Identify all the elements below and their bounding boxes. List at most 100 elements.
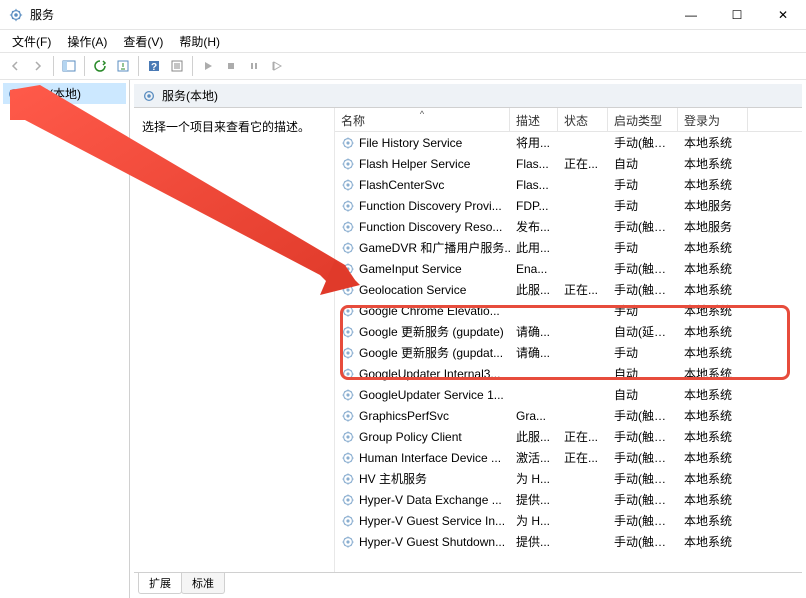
cell-startup: 自动 [608,153,678,174]
cell-startup: 手动(触发... [608,132,678,153]
help-button[interactable]: ? [143,55,165,77]
gear-icon [341,136,355,150]
cell-startup: 自动(延迟... [608,321,678,342]
svg-text:?: ? [151,62,157,73]
window-title: 服务 [30,6,668,23]
cell-logon: 本地系统 [678,531,748,552]
cell-startup: 手动(触发... [608,426,678,447]
cell-desc: 请确... [510,342,558,363]
gear-icon [7,87,21,101]
service-row[interactable]: FlashCenterSvcFlas...手动本地系统 [335,174,802,195]
cell-name: Flash Helper Service [335,155,510,173]
stop-button[interactable] [220,55,242,77]
menu-file[interactable]: 文件(F) [4,30,59,53]
tree-root-services[interactable]: 服务(本地) [3,83,126,104]
service-row[interactable]: Group Policy Client此服...正在...手动(触发...本地系… [335,426,802,447]
cell-name: Human Interface Device ... [335,449,510,467]
cell-desc [510,309,558,313]
toolbar: ? [0,52,806,80]
service-row[interactable]: Hyper-V Guest Service In...为 H...手动(触发..… [335,510,802,531]
menu-view[interactable]: 查看(V) [115,30,171,53]
forward-button[interactable] [27,55,49,77]
cell-desc: 提供... [510,489,558,510]
restart-button[interactable] [266,55,288,77]
cell-logon: 本地系统 [678,300,748,321]
pause-button[interactable] [243,55,265,77]
cell-logon: 本地系统 [678,384,748,405]
export-button[interactable] [112,55,134,77]
service-row[interactable]: Function Discovery Provi...FDP...手动本地服务 [335,195,802,216]
right-pane: 服务(本地) 选择一个项目来查看它的描述。 名称^ 描述 状态 启动类型 登录为… [130,80,806,598]
cell-name: GraphicsPerfSvc [335,407,510,425]
cell-startup: 自动 [608,363,678,384]
cell-status [558,414,608,418]
cell-startup: 手动 [608,342,678,363]
service-row[interactable]: HV 主机服务为 H...手动(触发...本地系统 [335,468,802,489]
cell-startup: 手动 [608,195,678,216]
cell-logon: 本地系统 [678,426,748,447]
gear-icon [341,283,355,297]
menubar: 文件(F) 操作(A) 查看(V) 帮助(H) [0,30,806,52]
cell-name: Group Policy Client [335,428,510,446]
back-button[interactable] [4,55,26,77]
column-logon[interactable]: 登录为 [678,108,748,131]
list-header: 名称^ 描述 状态 启动类型 登录为 [335,108,802,132]
service-row[interactable]: Google 更新服务 (gupdat...请确...手动本地系统 [335,342,802,363]
column-status[interactable]: 状态 [558,108,608,131]
cell-name: HV 主机服务 [335,468,510,489]
cell-status [558,141,608,145]
service-row[interactable]: GoogleUpdater Internal3...自动本地系统 [335,363,802,384]
minimize-button[interactable]: — [668,0,714,30]
service-row[interactable]: GameInput ServiceEna...手动(触发...本地系统 [335,258,802,279]
gear-icon [341,409,355,423]
tab-standard[interactable]: 标准 [181,573,225,594]
cell-status [558,351,608,355]
menu-help[interactable]: 帮助(H) [171,30,228,53]
cell-desc [510,372,558,376]
gear-icon [341,178,355,192]
cell-name: Hyper-V Guest Service In... [335,512,510,530]
cell-desc: 请确... [510,321,558,342]
close-button[interactable]: ✕ [760,0,806,30]
cell-name: GoogleUpdater Service 1... [335,386,510,404]
service-row[interactable]: Function Discovery Reso...发布...手动(触发...本… [335,216,802,237]
start-button[interactable] [197,55,219,77]
cell-status [558,393,608,397]
list-body[interactable]: File History Service将用...手动(触发...本地系统Fla… [335,132,802,572]
properties-button[interactable] [166,55,188,77]
right-content: 选择一个项目来查看它的描述。 名称^ 描述 状态 启动类型 登录为 File H… [134,108,802,572]
service-row[interactable]: Geolocation Service此服...正在...手动(触发...本地系… [335,279,802,300]
service-row[interactable]: GameDVR 和广播用户服务...此用...手动本地系统 [335,237,802,258]
column-description[interactable]: 描述 [510,108,558,131]
cell-name: Google 更新服务 (gupdat... [335,342,510,363]
service-row[interactable]: GraphicsPerfSvcGra...手动(触发...本地系统 [335,405,802,426]
column-startup[interactable]: 启动类型 [608,108,678,131]
tab-extended[interactable]: 扩展 [138,573,182,594]
service-row[interactable]: Hyper-V Data Exchange ...提供...手动(触发...本地… [335,489,802,510]
show-hide-tree-button[interactable] [58,55,80,77]
service-row[interactable]: File History Service将用...手动(触发...本地系统 [335,132,802,153]
cell-logon: 本地系统 [678,132,748,153]
gear-icon [341,472,355,486]
service-row[interactable]: Hyper-V Guest Shutdown...提供...手动(触发...本地… [335,531,802,552]
maximize-button[interactable]: ☐ [714,0,760,30]
cell-desc: Gra... [510,407,558,425]
toolbar-separator [192,56,193,76]
cell-status [558,372,608,376]
service-row[interactable]: Google 更新服务 (gupdate)请确...自动(延迟...本地系统 [335,321,802,342]
service-row[interactable]: Google Chrome Elevatio...手动本地系统 [335,300,802,321]
cell-desc: 此服... [510,279,558,300]
service-row[interactable]: GoogleUpdater Service 1...自动本地系统 [335,384,802,405]
cell-status [558,225,608,229]
cell-name: Function Discovery Reso... [335,218,510,236]
menu-action[interactable]: 操作(A) [59,30,115,53]
column-name[interactable]: 名称^ [335,108,510,131]
gear-icon [341,157,355,171]
gear-icon [142,89,156,103]
service-row[interactable]: Human Interface Device ...激活...正在...手动(触… [335,447,802,468]
cell-logon: 本地系统 [678,321,748,342]
service-row[interactable]: Flash Helper ServiceFlas...正在...自动本地系统 [335,153,802,174]
cell-status: 正在... [558,426,608,447]
refresh-button[interactable] [89,55,111,77]
gear-icon [341,220,355,234]
